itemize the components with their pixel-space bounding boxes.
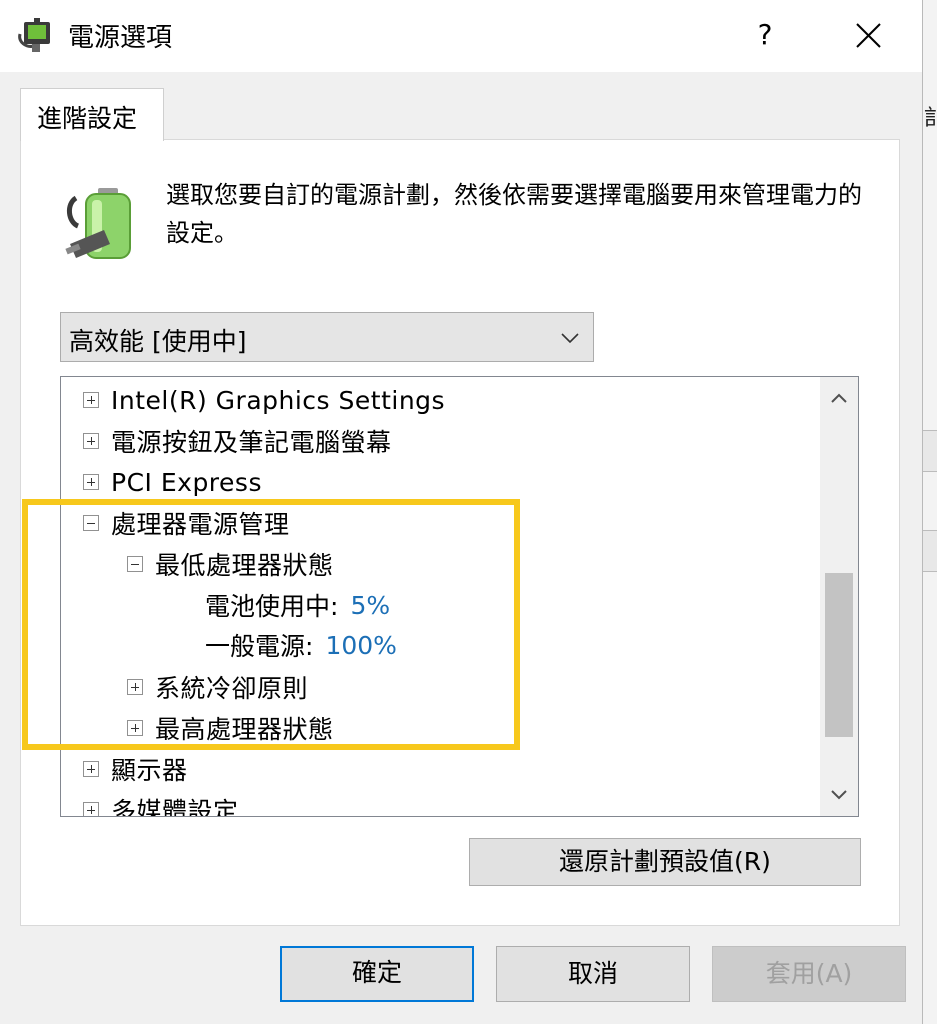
tree-item-label: 電源按鈕及筆記電腦螢幕 bbox=[111, 428, 392, 457]
setting-value-link[interactable]: 100% bbox=[325, 631, 396, 660]
expand-plus-icon[interactable] bbox=[127, 720, 143, 736]
background-window-fragment: 訁 bbox=[924, 106, 937, 131]
scroll-down-icon[interactable] bbox=[820, 774, 858, 816]
settings-tree[interactable]: Intel(R) Graphics Settings 電源按鈕及筆記電腦螢幕 P… bbox=[60, 376, 859, 817]
tree-item-label: 系統冷卻原則 bbox=[155, 674, 309, 703]
tree-item-label: 最低處理器狀態 bbox=[155, 551, 334, 580]
power-plan-value: 高效能 [使用中] bbox=[69, 327, 247, 356]
background-window-control bbox=[922, 530, 937, 572]
tree-item-label: 顯示器 bbox=[111, 756, 188, 785]
tree-item-intel-graphics[interactable]: Intel(R) Graphics Settings bbox=[83, 380, 445, 420]
tab-label: 進階設定 bbox=[37, 104, 138, 133]
description-text: 選取您要自訂的電源計劃，然後依需要選擇電腦要用來管理電力的設定。 bbox=[166, 181, 862, 247]
power-options-dialog: 電源選項 ? 進階設定 選取您要自訂的電源計劃，然後依需要選擇電腦要用來管理電力… bbox=[0, 0, 923, 1024]
expand-plus-icon[interactable] bbox=[83, 802, 99, 816]
chevron-down-icon bbox=[561, 333, 579, 344]
setting-label: 一般電源: bbox=[205, 632, 314, 661]
tree-item-power-buttons[interactable]: 電源按鈕及筆記電腦螢幕 bbox=[83, 421, 392, 461]
power-options-icon bbox=[18, 18, 50, 52]
setting-plugged-in[interactable]: 一般電源: 100% bbox=[205, 625, 397, 665]
tree-scrollbar[interactable] bbox=[820, 377, 858, 816]
background-window-control bbox=[922, 430, 937, 472]
tree-item-multimedia[interactable]: 多媒體設定 bbox=[83, 790, 239, 817]
scrollbar-thumb[interactable] bbox=[825, 573, 853, 737]
tree-item-label: 處理器電源管理 bbox=[111, 510, 290, 539]
tree-item-min-processor-state[interactable]: 最低處理器狀態 bbox=[127, 544, 334, 584]
tree-item-label: 多媒體設定 bbox=[111, 797, 239, 817]
setting-label: 電池使用中: bbox=[205, 592, 339, 621]
cancel-button[interactable]: 取消 bbox=[496, 946, 690, 1002]
setting-value-link[interactable]: 5% bbox=[350, 591, 390, 620]
expand-plus-icon[interactable] bbox=[83, 392, 99, 408]
battery-plug-icon bbox=[65, 188, 131, 259]
restore-defaults-button[interactable]: 還原計劃預設值(R) bbox=[469, 838, 861, 886]
tree-item-label: PCI Express bbox=[111, 467, 262, 497]
collapse-minus-icon[interactable] bbox=[83, 515, 99, 531]
scroll-up-icon[interactable] bbox=[820, 377, 858, 419]
tree-item-system-cooling-policy[interactable]: 系統冷卻原則 bbox=[127, 667, 308, 707]
collapse-minus-icon[interactable] bbox=[127, 556, 143, 572]
apply-button[interactable]: 套用(A) bbox=[712, 946, 906, 1002]
setting-on-battery[interactable]: 電池使用中: 5% bbox=[205, 585, 390, 625]
tree-item-processor-power[interactable]: 處理器電源管理 bbox=[83, 503, 290, 543]
title-bar: 電源選項 ? bbox=[0, 0, 922, 72]
ok-button[interactable]: 確定 bbox=[280, 946, 474, 1002]
tab-advanced-settings[interactable]: 進階設定 bbox=[20, 88, 164, 141]
power-plan-select[interactable]: 高效能 [使用中] bbox=[60, 312, 594, 362]
tree-item-display[interactable]: 顯示器 bbox=[83, 749, 188, 789]
window-title: 電源選項 bbox=[68, 23, 173, 53]
expand-plus-icon[interactable] bbox=[127, 679, 143, 695]
expand-plus-icon[interactable] bbox=[83, 474, 99, 490]
tree-item-label: Intel(R) Graphics Settings bbox=[111, 385, 446, 415]
background-window-edge bbox=[922, 0, 937, 1024]
help-button[interactable]: ? bbox=[740, 10, 790, 60]
tree-item-label: 最高處理器狀態 bbox=[155, 715, 334, 744]
close-icon[interactable] bbox=[842, 12, 894, 60]
expand-plus-icon[interactable] bbox=[83, 761, 99, 777]
tree-item-max-processor-state[interactable]: 最高處理器狀態 bbox=[127, 708, 334, 748]
expand-plus-icon[interactable] bbox=[83, 433, 99, 449]
tree-item-pci-express[interactable]: PCI Express bbox=[83, 462, 262, 502]
